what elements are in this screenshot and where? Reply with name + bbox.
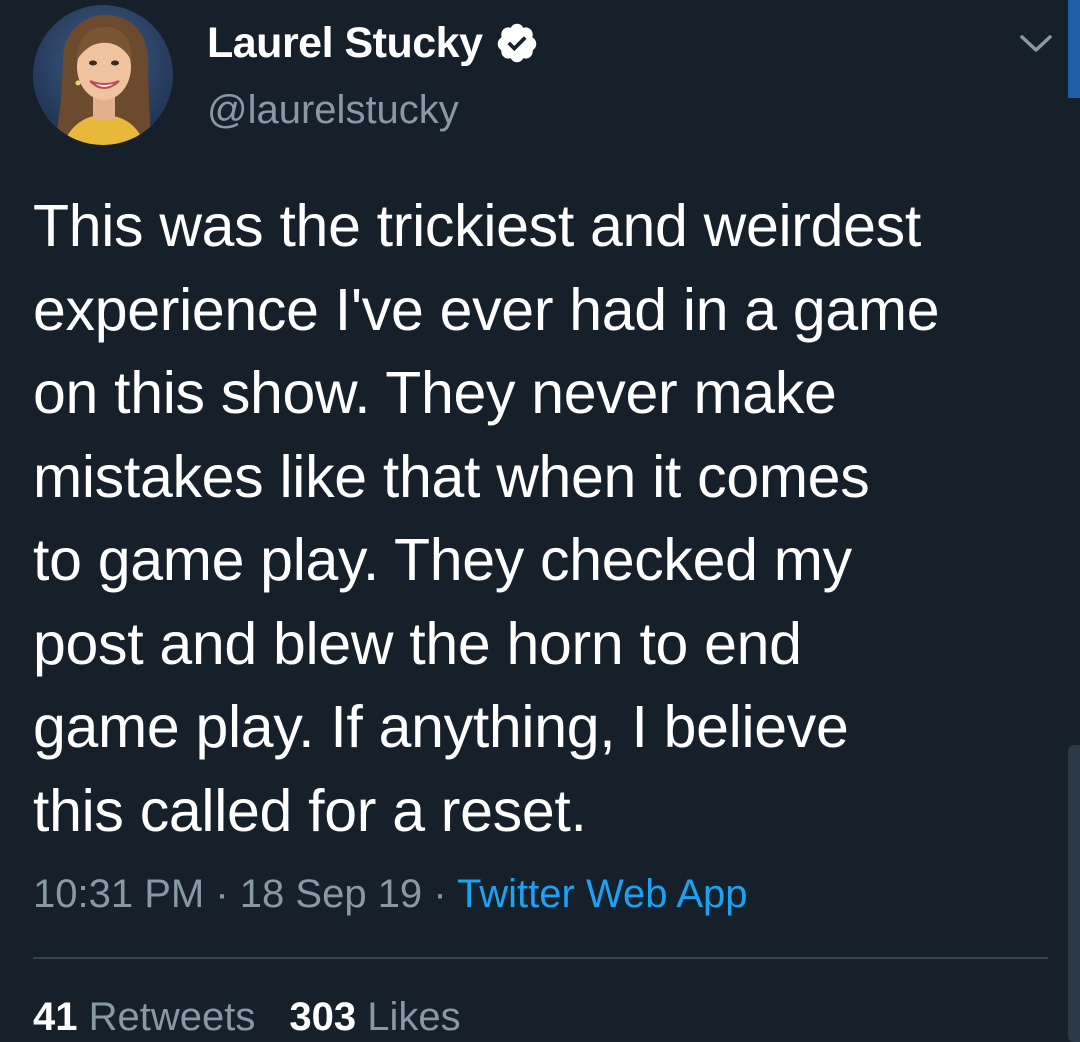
retweets-count: 41	[33, 995, 78, 1039]
avatar-image	[33, 5, 173, 145]
meta-separator: ·	[215, 872, 229, 916]
author-handle[interactable]: @laurelstucky	[207, 86, 459, 134]
tweet-time: 10:31 PM	[33, 872, 205, 916]
scrollbar-thumb[interactable]	[1068, 745, 1080, 1042]
scroll-indicator	[1068, 0, 1080, 98]
verified-badge-icon	[497, 23, 536, 63]
meta-separator: ·	[433, 872, 447, 916]
likes-label: Likes	[367, 995, 461, 1039]
tweet-source-link[interactable]: Twitter Web App	[457, 872, 748, 916]
tweet-text: This was the trickiest and weirdest expe…	[33, 193, 940, 844]
retweets-stat[interactable]: 41 Retweets	[33, 995, 255, 1039]
tweet-stats: 41 Retweets 303 Likes	[33, 992, 461, 1042]
likes-count: 303	[289, 995, 357, 1039]
tweet-detail: Laurel Stucky @laurelstucky This was the…	[0, 0, 1080, 1042]
chevron-down-icon[interactable]	[1014, 28, 1058, 58]
author-display-name[interactable]: Laurel Stucky	[207, 18, 483, 68]
tweet-meta: 10:31 PM · 18 Sep 19 · Twitter Web App	[33, 868, 748, 920]
avatar[interactable]	[33, 5, 173, 145]
likes-stat[interactable]: 303 Likes	[289, 995, 460, 1039]
author-name[interactable]: Laurel Stucky	[207, 18, 539, 68]
divider	[33, 957, 1048, 959]
retweets-label: Retweets	[88, 995, 256, 1039]
tweet-date: 18 Sep 19	[239, 872, 423, 916]
